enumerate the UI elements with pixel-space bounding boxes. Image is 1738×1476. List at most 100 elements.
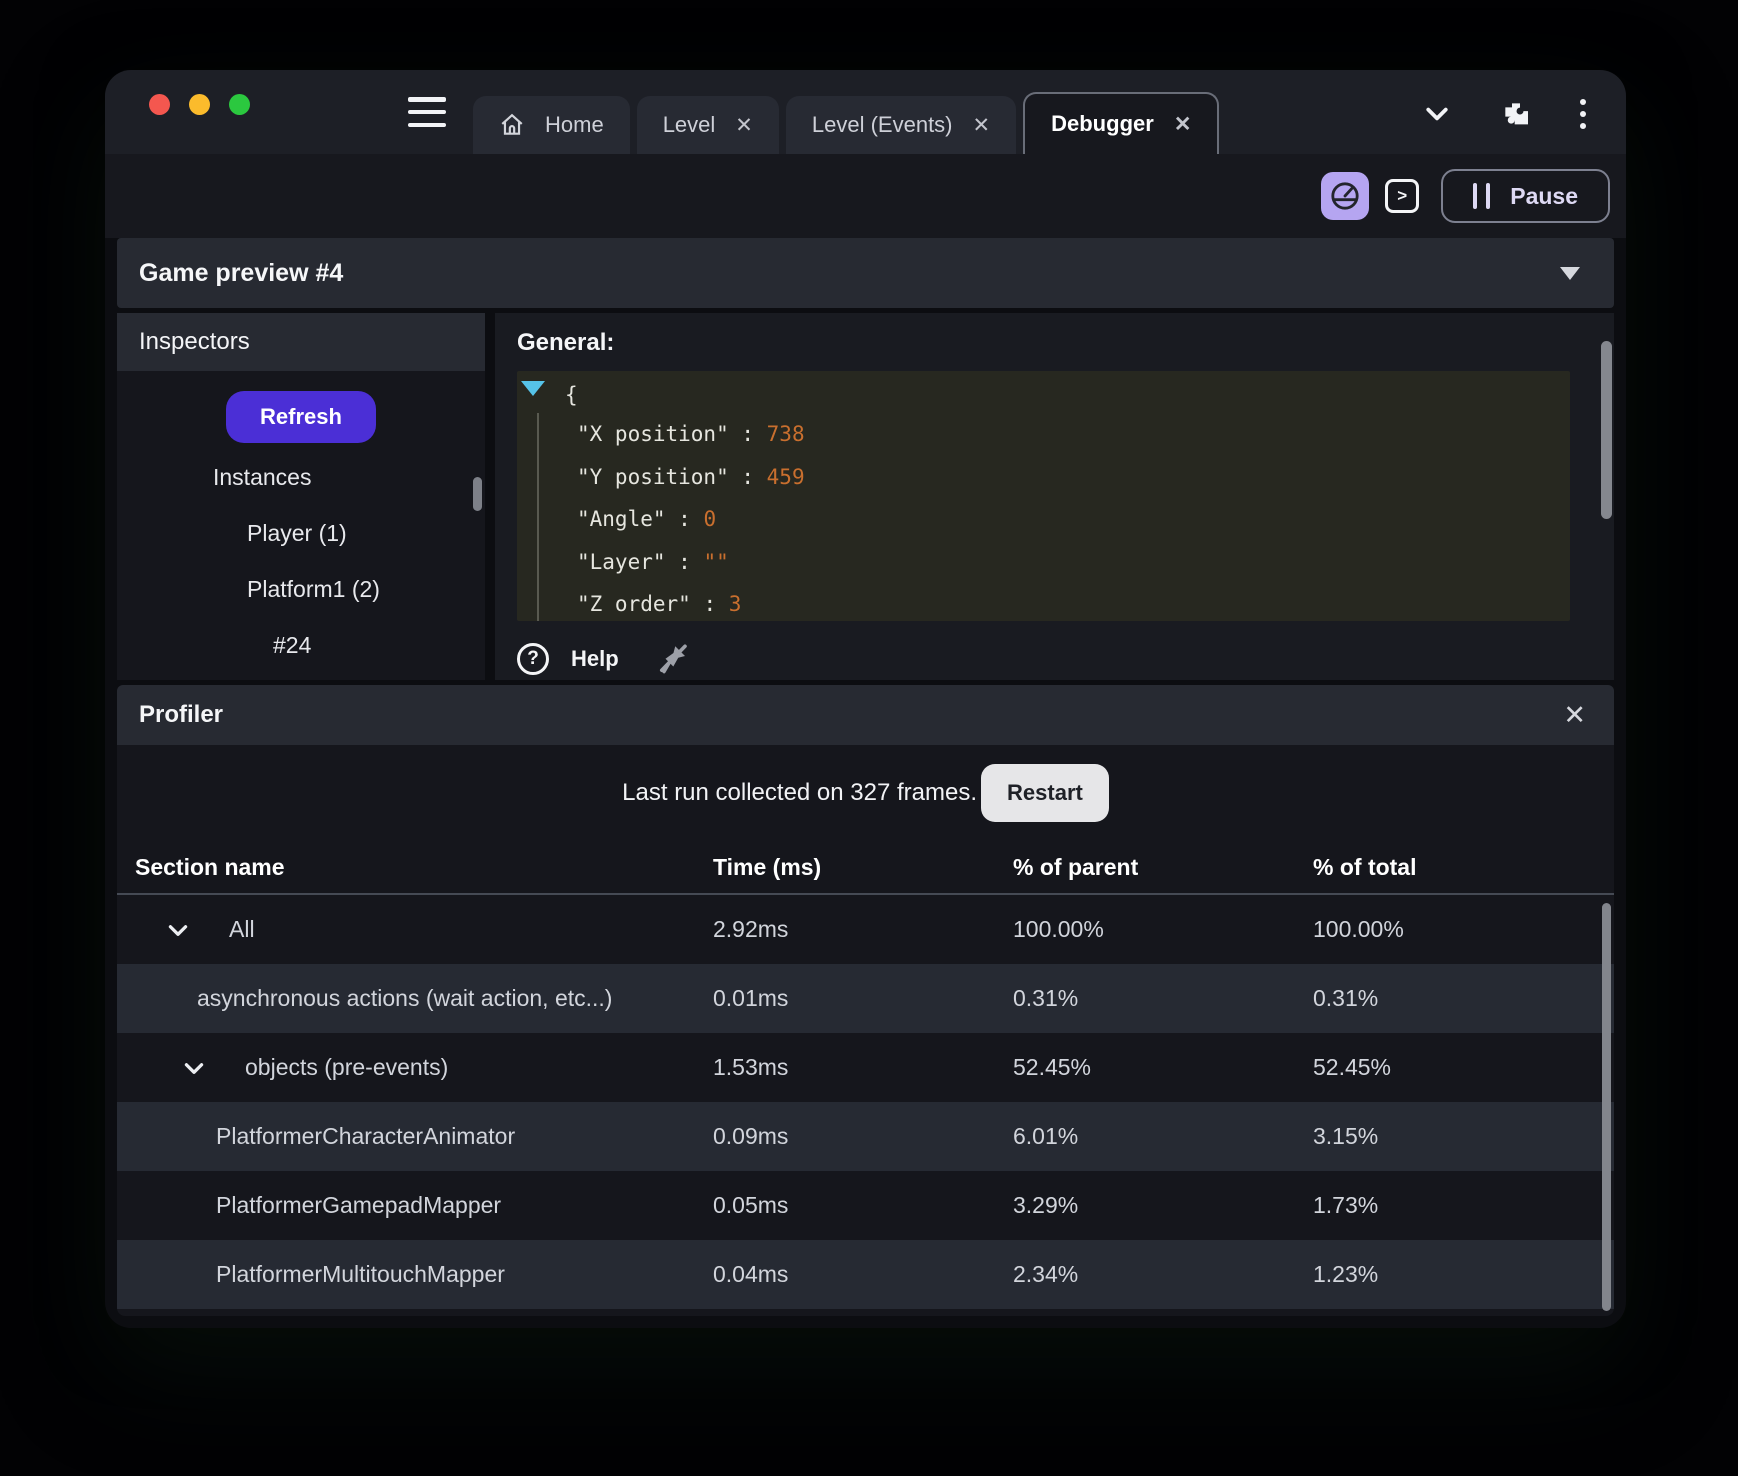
tab-debugger[interactable]: Debugger ✕ <box>1023 92 1220 154</box>
refresh-button[interactable]: Refresh <box>226 391 376 443</box>
close-window-button[interactable] <box>149 94 170 115</box>
debugger-content: Game preview #4 Inspectors Refresh Insta… <box>105 238 1626 1328</box>
tree-item-player[interactable]: Player (1) <box>117 505 485 561</box>
inspectors-header: Inspectors <box>117 313 485 371</box>
section-name: PlatformerMultitouchMapper <box>216 1261 505 1287</box>
tab-home[interactable]: Home <box>473 96 630 154</box>
percent-total-value: 52.45% <box>1313 1054 1392 1080</box>
inspectors-scrollbar[interactable] <box>473 477 482 511</box>
section-name: All <box>229 916 255 942</box>
close-tab-icon[interactable]: ✕ <box>973 115 991 136</box>
tab-label: Level <box>662 112 716 137</box>
tree-item-instances[interactable]: Instances <box>117 449 485 505</box>
table-row[interactable]: PlatformerMultitouchMapper 0.04ms 2.34% … <box>117 1240 1614 1309</box>
console-icon: > <box>1397 186 1408 205</box>
tree-item-label: Platform1 (2) <box>247 575 380 602</box>
percent-parent-value: 100.00% <box>1013 916 1104 942</box>
percent-total-value: 1.23% <box>1313 1261 1379 1287</box>
zoom-window-button[interactable] <box>229 94 250 115</box>
chevron-down-icon[interactable] <box>181 1055 211 1081</box>
restart-button[interactable]: Restart <box>981 764 1109 822</box>
time-value: 2.92ms <box>713 916 789 942</box>
profiler-scrollbar[interactable] <box>1602 903 1611 1311</box>
section-name: PlatformerGamepadMapper <box>216 1192 502 1218</box>
percent-total-value: 1.73% <box>1313 1192 1379 1218</box>
profiler-status-text: Last run collected on 327 frames. <box>622 779 978 806</box>
profiler-status-row: Last run collected on 327 frames. Restar… <box>117 745 1614 841</box>
titlebar-actions <box>1422 98 1586 130</box>
help-row: ? Help <box>517 637 1592 681</box>
percent-parent-value: 0.31% <box>1013 985 1079 1011</box>
pause-label: Pause <box>1510 182 1578 209</box>
time-value: 0.09ms <box>713 1123 789 1149</box>
column-section-name: Section name <box>135 853 285 880</box>
close-tab-icon[interactable]: ✕ <box>735 115 753 136</box>
collapse-triangle-icon[interactable] <box>521 381 545 396</box>
chevron-down-icon[interactable] <box>1422 99 1452 129</box>
section-name: objects (pre-events) <box>245 1054 449 1080</box>
table-row[interactable]: All 2.92ms 100.00% 100.00% <box>117 895 1614 964</box>
inspectors-title: Inspectors <box>139 328 250 355</box>
titlebar: Home Level ✕ Level (Events) ✕ Debugger ✕ <box>105 70 1626 154</box>
general-scrollbar[interactable] <box>1601 341 1612 519</box>
json-open-brace: { <box>565 383 578 407</box>
game-preview-title: Game preview #4 <box>139 258 344 287</box>
game-preview-bar[interactable]: Game preview #4 <box>117 238 1614 308</box>
table-row[interactable]: asynchronous actions (wait action, etc..… <box>117 964 1614 1033</box>
column-time: Time (ms) <box>713 853 822 880</box>
time-value: 1.53ms <box>713 1054 789 1080</box>
close-tab-icon[interactable]: ✕ <box>1174 114 1192 135</box>
profiler-body: Last run collected on 327 frames. Restar… <box>117 745 1614 1316</box>
inspectors-panel: Inspectors Refresh Instances Player (1) … <box>117 313 485 680</box>
percent-parent-value: 6.01% <box>1013 1123 1079 1149</box>
console-button[interactable]: > <box>1385 179 1420 213</box>
help-label: Help <box>571 646 619 671</box>
unpin-icon[interactable] <box>655 641 691 677</box>
json-entry: "X position" : 738 <box>577 422 805 446</box>
profiler-title: Profiler <box>139 701 224 728</box>
collapse-caret-icon[interactable] <box>1560 266 1580 280</box>
table-row[interactable]: objects (pre-events) 1.53ms 52.45% 52.45… <box>117 1033 1614 1102</box>
column-percent-total: % of total <box>1313 853 1417 880</box>
tab-label: Level (Events) <box>811 112 953 137</box>
inspector-split: Inspectors Refresh Instances Player (1) … <box>117 313 1614 680</box>
json-lines: "X position" : 738 "Y position" : 459 "A… <box>537 413 1570 621</box>
section-name: PlatformerCharacterAnimator <box>216 1123 516 1149</box>
tab-level[interactable]: Level ✕ <box>636 96 779 154</box>
table-row[interactable]: PlatformerGamepadMapper 0.05ms 3.29% 1.7… <box>117 1171 1614 1240</box>
json-entry: "Z order" : 3 <box>577 592 742 616</box>
percent-total-value: 100.00% <box>1313 916 1404 942</box>
profiler-table-header: Section name Time (ms) % of parent % of … <box>117 841 1614 895</box>
hamburger-menu-icon[interactable] <box>408 97 446 127</box>
general-title: General: <box>517 329 615 356</box>
more-options-icon[interactable] <box>1580 99 1586 129</box>
pause-button[interactable]: Pause <box>1441 169 1610 223</box>
percent-total-value: 0.31% <box>1313 985 1379 1011</box>
percent-total-value: 3.15% <box>1313 1123 1379 1149</box>
profiler-toggle-button[interactable] <box>1321 172 1370 220</box>
tab-bar: Home Level ✕ Level (Events) ✕ Debugger ✕ <box>473 92 1220 154</box>
profiler-panel: Profiler ✕ Last run collected on 327 fra… <box>117 685 1614 1316</box>
section-name: asynchronous actions (wait action, etc..… <box>197 985 613 1011</box>
tree-item-platform1[interactable]: Platform1 (2) <box>117 561 485 617</box>
percent-parent-value: 52.45% <box>1013 1054 1092 1080</box>
tree-item-instance-24[interactable]: #24 <box>117 617 485 673</box>
debugger-toolbar: > Pause <box>105 154 1626 238</box>
percent-parent-value: 3.29% <box>1013 1192 1079 1218</box>
extensions-puzzle-icon[interactable] <box>1500 98 1532 130</box>
minimize-window-button[interactable] <box>189 94 210 115</box>
window-controls <box>149 94 250 115</box>
tab-label: Home <box>545 112 604 137</box>
tab-level-events[interactable]: Level (Events) ✕ <box>785 96 1017 154</box>
time-value: 0.01ms <box>713 985 789 1011</box>
home-icon <box>501 113 523 135</box>
inspectors-tree: Refresh Instances Player (1) Platform1 (… <box>117 371 485 680</box>
chevron-down-icon[interactable] <box>165 917 195 943</box>
close-profiler-icon[interactable]: ✕ <box>1563 701 1586 729</box>
table-row[interactable]: PlatformerCharacterAnimator 0.09ms 6.01%… <box>117 1102 1614 1171</box>
help-icon[interactable]: ? <box>517 643 549 675</box>
speedometer-icon <box>1331 182 1359 210</box>
tree-item-label: Instances <box>213 463 312 490</box>
tab-label: Debugger <box>1051 111 1154 136</box>
pause-icon <box>1473 183 1491 209</box>
